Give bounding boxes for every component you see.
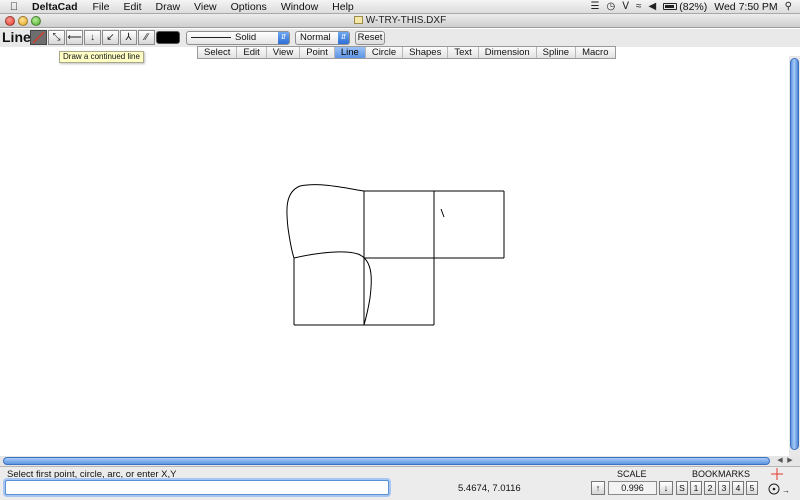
menu-edit[interactable]: Edit [116,1,148,13]
bookmark-3-button[interactable]: 3 [718,481,730,495]
spotlight-search-icon[interactable]: ⚲ [785,1,792,12]
parallel-line-button[interactable]: ∕∕ [138,30,155,45]
current-tool-label: Line [2,29,31,45]
linetype-select[interactable]: Solid ⇵ [186,31,290,45]
scroll-left-icon[interactable]: ◀ [776,456,784,466]
line-sample-icon [191,36,231,38]
drawing-line[interactable] [440,208,445,218]
scale-label: SCALE [617,469,647,479]
arrow-right-icon[interactable]: → [782,486,790,495]
bookmark-4-button[interactable]: 4 [732,481,744,495]
tab-dimension[interactable]: Dimension [479,47,537,58]
horizontal-scroll-thumb[interactable] [3,457,770,465]
origin-icon[interactable] [767,482,781,496]
scale-value[interactable]: 0.996 [608,481,657,495]
menu-view[interactable]: View [187,1,224,13]
vertical-line-icon: ↓ [90,32,95,43]
line-chain-icon: ⤡ [52,32,61,43]
app-menu[interactable]: DeltaCad [28,1,86,13]
linetype-value: Solid [235,32,257,43]
continued-line-button[interactable] [30,30,47,45]
bookmark-5-button[interactable]: 5 [746,481,758,495]
status-bar: Select first point, circle, arc, or ente… [0,466,800,500]
tab-point[interactable]: Point [300,47,335,58]
volume-icon[interactable]: ◀ [649,1,657,12]
select-arrows-icon: ⇵ [338,32,349,44]
dropbox-icon[interactable]: ☰ [590,1,599,12]
bisector-line-button[interactable]: ⅄ [120,30,137,45]
tab-select[interactable]: Select [198,47,238,58]
reset-button[interactable]: Reset [355,31,385,45]
arrow-up-icon: ↑ [595,483,601,493]
command-prompt: Select first point, circle, arc, or ente… [7,469,177,480]
bisector-line-icon: ⅄ [125,32,132,43]
line-chain-button[interactable]: ⤡ [48,30,65,45]
parallel-line-icon: ∕∕ [144,32,149,43]
bookmarks-label: BOOKMARKS [692,469,751,479]
tab-circle[interactable]: Circle [366,47,404,58]
window-title-text: W-TRY-THIS.DXF [365,15,447,26]
menu-help[interactable]: Help [325,1,361,13]
menu-options[interactable]: Options [224,1,274,13]
bookmark-1-button[interactable]: 1 [690,481,702,495]
tab-edit[interactable]: Edit [237,47,267,58]
tab-line[interactable]: Line [334,47,366,58]
window-title: W-TRY-THIS.DXF [0,15,800,26]
vertical-scroll-thumb[interactable] [790,58,799,450]
bluetooth-icon[interactable]: ᐯ [622,1,629,12]
scale-down-button[interactable]: ↓ [659,481,673,495]
battery-icon [663,3,678,10]
tab-shapes[interactable]: Shapes [403,47,449,58]
horizontal-line-button[interactable]: ⟵ [66,30,83,45]
crosshair-icon[interactable] [771,468,783,480]
select-arrows-icon: ⇵ [278,32,289,44]
scale-up-button[interactable]: ↑ [591,481,605,495]
tab-text[interactable]: Text [448,47,479,58]
mode-tabs: Select Edit View Point Line Circle Shape… [197,46,616,59]
menu-file[interactable]: File [86,1,117,13]
toolbar: Line ⤡ ⟵ ↓ ↙ ⅄ ∕∕ Solid ⇵ Normal ⇵ Reset [0,29,800,47]
menubar-clock[interactable]: Wed 7:50 PM [714,1,777,13]
bookmark-2-button[interactable]: 2 [704,481,716,495]
arrow-down-icon: ↓ [663,483,669,493]
apple-icon[interactable]:  [0,1,28,13]
cursor-coordinates: 5.4674, 7.0116 [458,483,521,494]
menu-bar:  DeltaCad File Edit Draw View Options W… [0,0,800,14]
window-title-bar: W-TRY-THIS.DXF [0,14,800,28]
wifi-icon[interactable]: ≈ [636,1,642,12]
angled-line-icon: ↙ [106,32,115,43]
menu-draw[interactable]: Draw [149,1,188,13]
drawing-canvas[interactable] [0,60,788,456]
status-tray: ☰ ◷ ᐯ ≈ ◀ (82%) Wed 7:50 PM ⚲ [590,1,800,13]
tooltip: Draw a continued line [59,51,144,63]
drawing-spline[interactable] [293,251,372,326]
time-machine-icon[interactable]: ◷ [606,1,615,12]
angled-line-button[interactable]: ↙ [102,30,119,45]
menu-window[interactable]: Window [274,1,325,13]
battery-indicator[interactable]: (82%) [663,1,707,13]
scroll-right-icon[interactable]: ▶ [786,456,794,466]
drawing-svg [286,184,505,326]
horizontal-line-icon: ⟵ [67,32,82,43]
continued-line-icon [32,31,45,44]
vertical-line-button[interactable]: ↓ [84,30,101,45]
tab-view[interactable]: View [267,47,301,58]
line-weight-value: Normal [300,32,331,43]
tab-macro[interactable]: Macro [576,47,614,58]
command-input[interactable] [5,480,389,495]
battery-percent: (82%) [679,0,708,13]
line-weight-select[interactable]: Normal ⇵ [295,31,350,45]
bookmark-set-button[interactable]: S [676,481,688,495]
horizontal-scrollbar[interactable]: ◀ ▶ [0,456,800,466]
vertical-scrollbar[interactable] [789,56,800,456]
tab-spline[interactable]: Spline [537,47,577,58]
line-color-swatch[interactable] [156,31,180,44]
document-icon [353,16,363,24]
drawing-spline[interactable] [286,184,365,259]
